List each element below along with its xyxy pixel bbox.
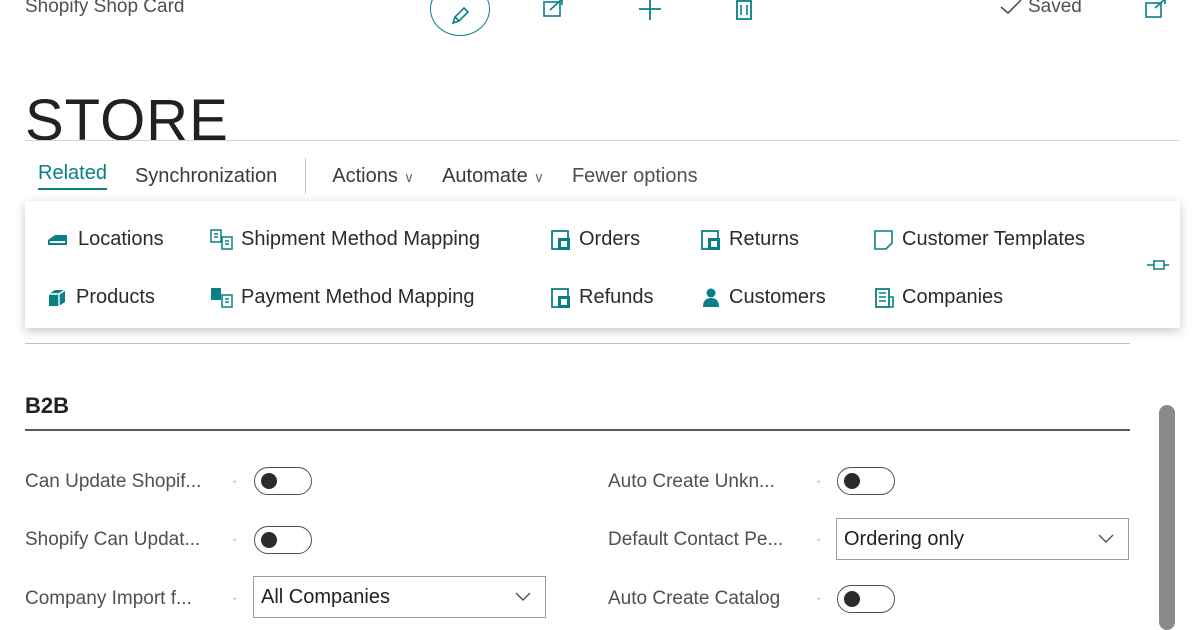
- menu-item-companies[interactable]: Companies: [873, 286, 1003, 309]
- person-icon: [703, 288, 719, 307]
- menu-item-label: Customers: [729, 286, 826, 308]
- tab-fewer-options[interactable]: Fewer options: [572, 165, 698, 188]
- field-separator: ·: [816, 473, 822, 490]
- share-button[interactable]: [538, 0, 570, 22]
- saved-status: Saved: [1000, 0, 1082, 18]
- products-icon: [49, 288, 66, 306]
- saved-label: Saved: [1028, 0, 1082, 17]
- open-new-window-button[interactable]: [1140, 0, 1170, 22]
- menu-item-label: Returns: [729, 228, 800, 250]
- default-contact-value: Ordering only: [844, 527, 965, 550]
- menu-item-label: Products: [76, 286, 155, 308]
- section-divider: [25, 343, 1130, 344]
- auto-create-catalog-label: Auto Create Catalog: [608, 588, 781, 609]
- default-contact-label: Default Contact Pe...: [608, 529, 784, 550]
- default-contact-select[interactable]: Ordering only: [836, 518, 1129, 560]
- menu-item-customer-templates[interactable]: Customer Templates: [873, 228, 1085, 251]
- document-list-icon: [701, 229, 720, 250]
- company-import-label: Company Import f...: [25, 588, 192, 609]
- chevron-down-icon: [1098, 534, 1114, 543]
- chevron-down-icon: ∨: [533, 168, 544, 185]
- auto-create-unknown-toggle[interactable]: [837, 467, 895, 495]
- pin-icon: [1147, 260, 1169, 270]
- auto-create-unknown-label: Auto Create Unkn...: [608, 471, 775, 492]
- company-import-value: All Companies: [261, 585, 390, 608]
- chevron-down-icon: ∨: [403, 168, 415, 185]
- field-separator: ·: [232, 590, 238, 607]
- checkmark-icon: [1000, 0, 1022, 15]
- menu-item-orders[interactable]: Orders: [550, 228, 640, 251]
- tab-synchronization[interactable]: Synchronization: [135, 165, 277, 188]
- toggle-knob: [844, 473, 860, 489]
- section-underline: [25, 429, 1130, 431]
- document-list-icon: [551, 287, 570, 308]
- company-import-select[interactable]: All Companies: [253, 576, 546, 618]
- field-separator: ·: [816, 531, 822, 548]
- menu-item-label: Payment Method Mapping: [241, 286, 475, 308]
- pencil-icon: [451, 6, 470, 25]
- menu-item-products[interactable]: Products: [45, 286, 155, 309]
- tab-separator: [305, 158, 307, 194]
- page-caption: Shopify Shop Card: [25, 0, 185, 17]
- page-title: STORE: [25, 87, 229, 153]
- shopify-can-update-label: Shopify Can Updat...: [25, 529, 201, 550]
- tab-automate-label: Automate: [442, 164, 528, 187]
- chevron-down-icon: [515, 592, 531, 601]
- action-bar: Related Synchronization Actions ∨ Automat…: [38, 158, 726, 194]
- vertical-scrollbar[interactable]: [1159, 405, 1175, 630]
- section-title-b2b: B2B: [25, 393, 70, 418]
- toggle-knob: [261, 473, 277, 489]
- tab-related[interactable]: Related: [38, 162, 107, 190]
- related-menu: Locations Shipment Method Mapping Orders…: [25, 201, 1180, 328]
- menu-item-refunds[interactable]: Refunds: [550, 286, 654, 309]
- edit-button[interactable]: [430, 0, 490, 36]
- field-separator: ·: [232, 531, 238, 548]
- menu-item-label: Locations: [78, 228, 164, 250]
- menu-item-label: Shipment Method Mapping: [241, 228, 481, 250]
- building-icon: [875, 287, 894, 308]
- menu-item-label: Refunds: [579, 286, 654, 308]
- menu-item-label: Orders: [579, 228, 641, 250]
- plus-icon: [639, 0, 661, 20]
- tab-actions-label: Actions: [332, 164, 398, 187]
- locations-icon: [48, 234, 67, 245]
- pin-button[interactable]: [1146, 257, 1170, 278]
- field-separator: ·: [816, 590, 822, 607]
- menu-item-shipment-method-mapping[interactable]: Shipment Method Mapping: [210, 228, 480, 251]
- mapping-icon: [211, 287, 233, 308]
- menu-item-label: Companies: [902, 286, 1004, 308]
- menu-item-locations[interactable]: Locations: [45, 228, 164, 251]
- menu-item-customers[interactable]: Customers: [700, 286, 826, 309]
- delete-button[interactable]: [730, 0, 758, 22]
- template-icon: [874, 229, 893, 250]
- toggle-knob: [261, 532, 277, 548]
- tab-automate[interactable]: Automate ∨: [442, 165, 544, 188]
- document-list-icon: [551, 229, 570, 250]
- header-divider: [25, 140, 1180, 141]
- tab-actions[interactable]: Actions ∨: [332, 165, 414, 188]
- can-update-shopify-toggle[interactable]: [254, 467, 312, 495]
- toggle-knob: [844, 591, 860, 607]
- trash-icon: [736, 0, 752, 20]
- open-new-window-icon: [1145, 0, 1166, 18]
- menu-item-payment-method-mapping[interactable]: Payment Method Mapping: [210, 286, 474, 309]
- auto-create-catalog-toggle[interactable]: [837, 585, 895, 613]
- menu-item-label: Customer Templates: [902, 228, 1086, 250]
- mapping-icon: [210, 228, 233, 250]
- menu-item-returns[interactable]: Returns: [700, 228, 799, 251]
- field-separator: ·: [232, 473, 238, 490]
- shopify-can-update-toggle[interactable]: [254, 526, 312, 554]
- share-icon: [543, 0, 563, 17]
- can-update-shopify-label: Can Update Shopif...: [25, 471, 202, 492]
- new-button[interactable]: [634, 0, 666, 22]
